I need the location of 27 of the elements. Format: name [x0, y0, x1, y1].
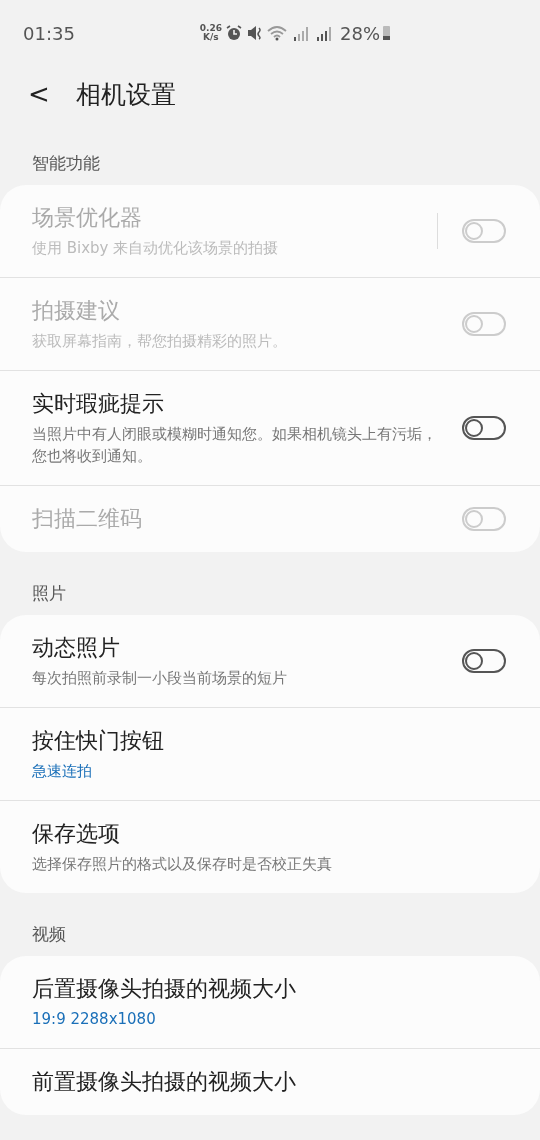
- setting-description: 当照片中有人闭眼或模糊时通知您。如果相机镜头上有污垢，您也将收到通知。: [32, 424, 438, 467]
- setting-title[interactable]: 按住快门按钮: [32, 726, 506, 756]
- setting-description: 每次拍照前录制一小段当前场景的短片: [32, 668, 288, 689]
- back-button[interactable]: <: [20, 79, 58, 109]
- page-title: 相机设置: [75, 78, 176, 111]
- setting-description: 使用 Bixby 来自动优化该场景的拍摄: [32, 238, 280, 259]
- setting-title[interactable]: 保存选项: [32, 819, 506, 849]
- mute-icon: [246, 24, 264, 42]
- wifi-icon: [267, 24, 289, 42]
- toggle-switch[interactable]: [462, 416, 506, 440]
- setting-value: 急速连拍: [32, 761, 93, 782]
- section-header: 智能功能: [31, 152, 101, 175]
- battery-percent: 28%: [340, 22, 380, 44]
- alarm-icon: [225, 24, 243, 42]
- status-time: 01:35: [23, 22, 75, 44]
- setting-description: 选择保存照片的格式以及保存时是否校正失真: [32, 854, 333, 875]
- network-speed: 0.26 K/s: [199, 24, 222, 42]
- setting-title[interactable]: 动态照片: [32, 633, 450, 663]
- setting-value: 19:9 2288x1080: [32, 1009, 157, 1030]
- section-header: 视频: [31, 923, 67, 946]
- setting-title[interactable]: 实时瑕疵提示: [32, 389, 450, 419]
- setting-title[interactable]: 后置摄像头拍摄的视频大小: [32, 974, 506, 1004]
- battery-icon: [383, 26, 390, 40]
- setting-description: 获取屏幕指南，帮您拍摄精彩的照片。: [32, 331, 288, 352]
- toggle-switch[interactable]: [462, 649, 506, 673]
- section-header: 照片: [31, 582, 67, 605]
- setting-title[interactable]: 前置摄像头拍摄的视频大小: [32, 1067, 506, 1097]
